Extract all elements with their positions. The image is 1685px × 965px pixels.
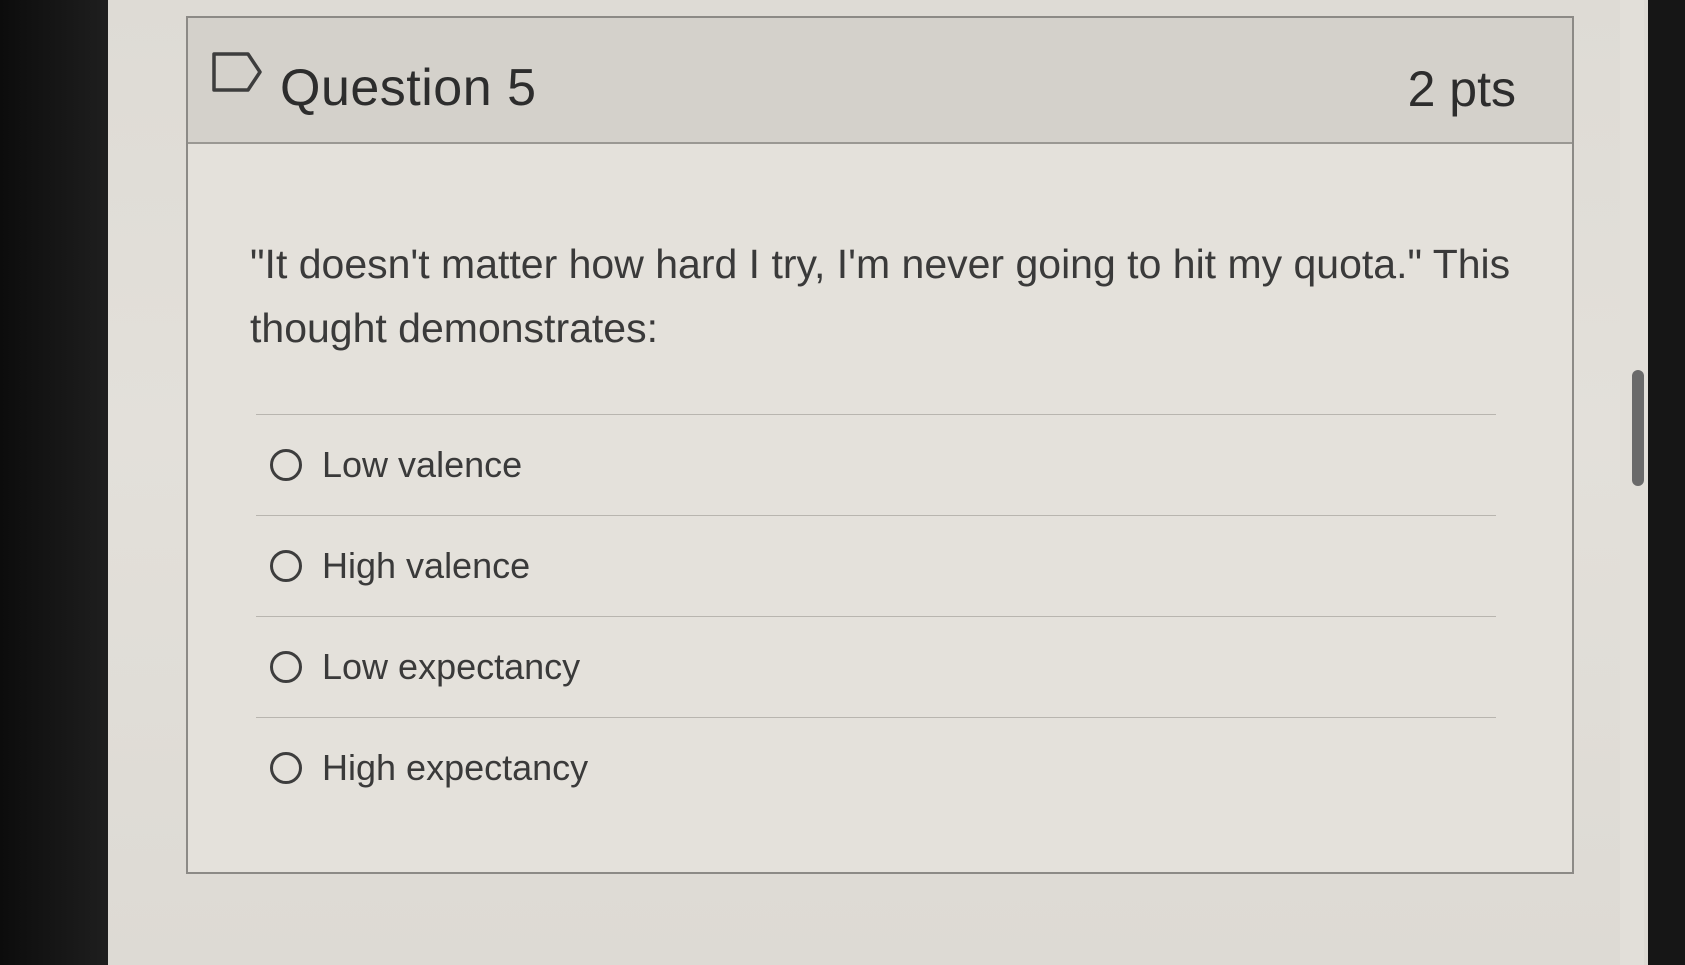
flag-icon[interactable] — [210, 50, 264, 94]
answer-option-high-valence[interactable]: High valence — [256, 516, 1496, 616]
question-text: "It doesn't matter how hard I try, I'm n… — [250, 241, 1511, 351]
answer-label: Low expectancy — [322, 646, 581, 687]
answer-option-low-valence[interactable]: Low valence — [256, 415, 1496, 515]
radio-button[interactable] — [270, 651, 302, 683]
answer-option-high-expectancy[interactable]: High expectancy — [256, 718, 1496, 818]
radio-button[interactable] — [270, 752, 302, 784]
radio-button[interactable] — [270, 449, 302, 481]
answer-label: Low valence — [322, 444, 523, 485]
answer-label: High expectancy — [322, 747, 589, 788]
answer-list: Low valence High valence Low expectancy … — [256, 414, 1496, 818]
question-points: 2 pts — [1407, 61, 1516, 117]
question-title: Question 5 — [280, 59, 537, 117]
question-card: Question 5 2 pts "It doesn't matter how … — [186, 16, 1574, 874]
scrollbar-thumb[interactable] — [1632, 370, 1644, 486]
radio-button[interactable] — [270, 550, 302, 582]
answer-option-low-expectancy[interactable]: Low expectancy — [256, 617, 1496, 717]
question-header: Question 5 2 pts — [188, 18, 1572, 144]
answer-label: High valence — [322, 545, 531, 586]
right-bezel — [1643, 0, 1685, 965]
